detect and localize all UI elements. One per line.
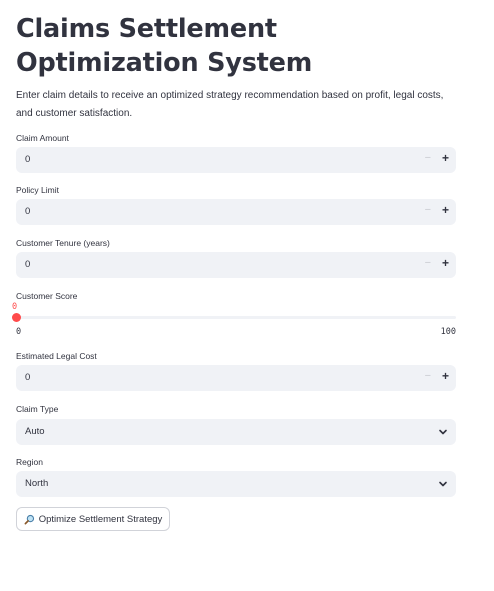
policy-limit-increment-button[interactable]: +: [442, 203, 449, 217]
claim-type-selected-value: Auto: [25, 426, 45, 437]
region-label: Region: [16, 457, 43, 467]
chevron-down-icon[interactable]: [438, 479, 448, 489]
customer-score-slider-handle[interactable]: [12, 313, 21, 322]
claim-amount-decrement-button[interactable]: −: [425, 152, 431, 164]
customer-tenure-label: Customer Tenure (years): [16, 238, 110, 248]
policy-limit-value[interactable]: 0: [25, 206, 30, 217]
customer-score-slider-track[interactable]: [16, 316, 456, 319]
region-selected-value: North: [25, 478, 49, 489]
customer-score-max-label: 100: [440, 327, 456, 337]
region-select[interactable]: North: [16, 471, 456, 497]
customer-score-min-label: 0: [16, 327, 22, 337]
customer-tenure-decrement-button[interactable]: −: [425, 257, 431, 269]
claim-amount-value[interactable]: 0: [25, 154, 30, 165]
customer-score-label: Customer Score: [16, 291, 78, 301]
optimize-settlement-strategy-button[interactable]: Optimize Settlement Strategy: [16, 507, 170, 531]
legal-cost-decrement-button[interactable]: −: [425, 370, 431, 382]
optimize-button-label: Optimize Settlement Strategy: [38, 513, 163, 525]
page-title: Claims Settlement Optimization System: [16, 14, 313, 78]
claim-amount-label: Claim Amount: [16, 133, 69, 143]
chevron-down-icon[interactable]: [438, 427, 448, 437]
page-description: Enter claim details to receive an optimi…: [16, 90, 444, 119]
app-page: Claims Settlement Optimization System En…: [0, 0, 494, 591]
claim-type-label: Claim Type: [16, 404, 59, 414]
legal-cost-increment-button[interactable]: +: [442, 369, 449, 383]
legal-cost-input[interactable]: 0 − +: [16, 365, 456, 391]
policy-limit-decrement-button[interactable]: −: [425, 204, 431, 216]
policy-limit-label: Policy Limit: [16, 185, 59, 195]
claim-amount-increment-button[interactable]: +: [442, 151, 449, 165]
claim-type-select[interactable]: Auto: [16, 419, 456, 445]
legal-cost-value[interactable]: 0: [25, 372, 30, 383]
customer-tenure-increment-button[interactable]: +: [442, 256, 449, 270]
customer-score-current-value: 0: [12, 302, 18, 312]
magnifier-icon: [24, 514, 34, 524]
legal-cost-label: Estimated Legal Cost: [16, 351, 97, 361]
policy-limit-input[interactable]: 0 − +: [16, 199, 456, 225]
claim-amount-input[interactable]: 0 − +: [16, 147, 456, 173]
customer-tenure-input[interactable]: 0 − +: [16, 252, 456, 278]
customer-tenure-value[interactable]: 0: [25, 259, 30, 270]
